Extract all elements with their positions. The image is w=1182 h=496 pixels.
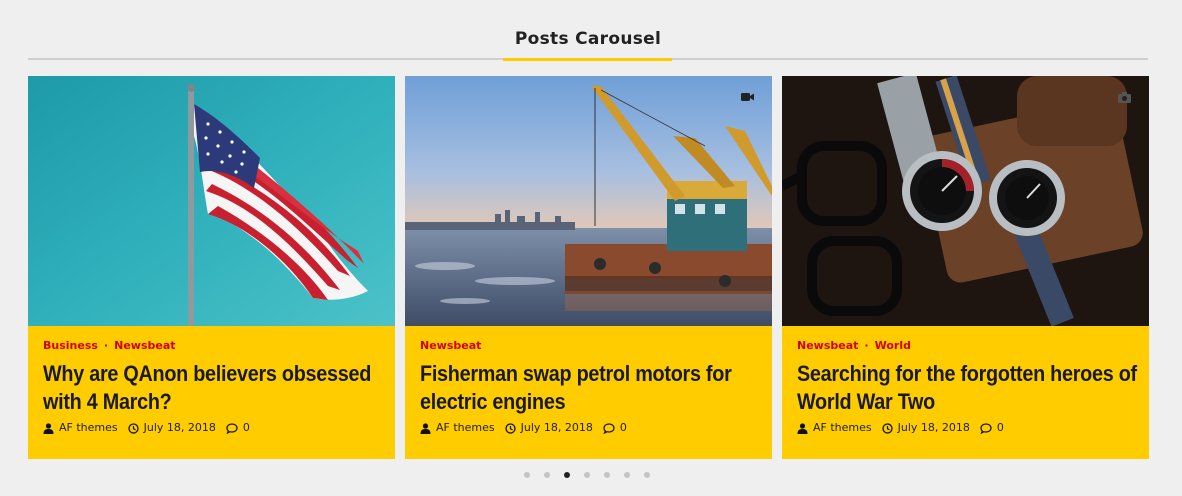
post-title[interactable]: Fisherman swap petrol motors for electri… [420, 360, 760, 416]
comment-count: 0 [996, 421, 1004, 434]
section-header: Posts Carousel [28, 22, 1148, 60]
user-icon [43, 422, 54, 434]
post-card[interactable]: Business · Newsbeat Why are QAnon believer… [28, 76, 395, 459]
flag-photo [28, 76, 395, 326]
date-text: July 18, 2018 [143, 421, 216, 434]
carousel-dot[interactable] [524, 472, 530, 478]
post-author[interactable]: AF themes [797, 420, 872, 436]
post-date: July 18, 2018 [127, 420, 216, 436]
camera-icon [1118, 92, 1131, 103]
carousel-dot[interactable] [544, 472, 550, 478]
post-author[interactable]: AF themes [420, 420, 495, 436]
user-icon [797, 422, 808, 434]
date-text: July 18, 2018 [520, 421, 593, 434]
section-title: Posts Carousel [514, 29, 662, 49]
post-author[interactable]: AF themes [43, 420, 118, 436]
post-body: Newsbeat · World Searching for the forgott… [797, 338, 1137, 416]
crane-barge-photo [405, 76, 772, 326]
post-date: July 18, 2018 [881, 420, 970, 436]
post-comments[interactable]: 0 [226, 420, 250, 436]
category-separator: · [103, 339, 109, 352]
carousel-dot[interactable] [564, 472, 570, 478]
comment-icon [980, 422, 992, 434]
post-comments[interactable]: 0 [603, 420, 627, 436]
comment-count: 0 [619, 421, 627, 434]
post-categories: Business · Newsbeat [43, 338, 383, 354]
post-categories: Newsbeat · World [797, 338, 1137, 354]
video-camera-icon [741, 93, 754, 101]
post-card[interactable]: Newsbeat · World Searching for the forgott… [782, 76, 1149, 459]
post-card[interactable]: Newsbeat Fisherman swap petrol motors fo… [405, 76, 772, 459]
post-meta: AF themes July 18, 2018 0 [43, 420, 260, 436]
section-title-underline [503, 58, 672, 61]
post-meta: AF themes July 18, 2018 0 [797, 420, 1014, 436]
post-title[interactable]: Why are QAnon believers obsessed with 4 … [43, 360, 383, 416]
category-separator: · [864, 339, 869, 352]
post-title[interactable]: Searching for the forgotten heroes of Wo… [797, 360, 1137, 416]
clock-icon [504, 422, 516, 434]
post-meta: AF themes July 18, 2018 0 [420, 420, 637, 436]
post-image[interactable] [782, 76, 1149, 326]
carousel-dots [524, 472, 664, 480]
carousel-dot[interactable] [584, 472, 590, 478]
author-name[interactable]: AF themes [436, 420, 495, 436]
post-image[interactable] [28, 76, 395, 326]
posts-carousel[interactable]: Business · Newsbeat Why are QAnon believer… [28, 76, 1149, 459]
carousel-dot[interactable] [604, 472, 610, 478]
clock-icon [127, 422, 139, 434]
author-name[interactable]: AF themes [813, 420, 872, 436]
carousel-dot[interactable] [624, 472, 630, 478]
comment-icon [226, 422, 238, 434]
watches-photo [782, 76, 1149, 326]
category-link[interactable]: Newsbeat [114, 339, 175, 352]
author-name[interactable]: AF themes [59, 420, 118, 436]
user-icon [420, 422, 431, 434]
comment-count: 0 [242, 421, 250, 434]
post-date: July 18, 2018 [504, 420, 593, 436]
clock-icon [881, 422, 893, 434]
date-text: July 18, 2018 [897, 421, 970, 434]
post-body: Newsbeat Fisherman swap petrol motors fo… [420, 338, 760, 416]
carousel-dot[interactable] [644, 472, 650, 478]
post-body: Business · Newsbeat Why are QAnon believer… [43, 338, 383, 416]
post-comments[interactable]: 0 [980, 420, 1004, 436]
post-image[interactable] [405, 76, 772, 326]
category-link[interactable]: Newsbeat [420, 339, 481, 352]
post-categories: Newsbeat [420, 338, 760, 354]
category-link[interactable]: Business [43, 339, 98, 352]
category-link[interactable]: World [875, 339, 911, 352]
comment-icon [603, 422, 615, 434]
category-link[interactable]: Newsbeat [797, 339, 858, 352]
